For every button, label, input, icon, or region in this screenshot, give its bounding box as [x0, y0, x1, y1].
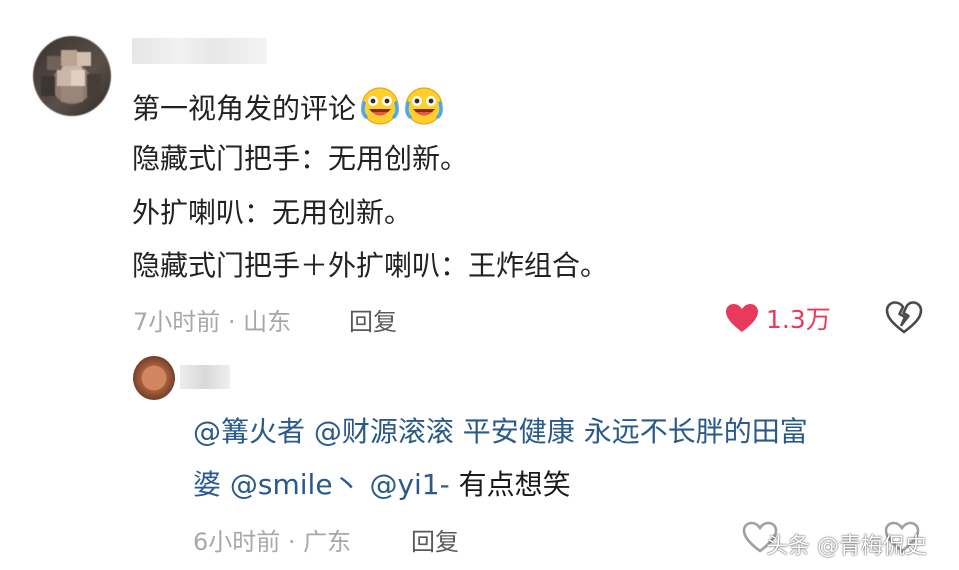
heart-filled-icon	[726, 304, 758, 332]
comment-line-4: 隐藏式门把手＋外扩喇叭：王炸组合。	[132, 249, 609, 282]
comment-line-1: 第一视角发的评论	[132, 86, 444, 127]
comment-reply-button[interactable]: 回复	[349, 302, 397, 337]
commenter-avatar[interactable]	[33, 36, 111, 116]
reply-line-1: @篝火者 @财源滚滚 平安健康 永远不长胖的田富	[193, 412, 808, 452]
watermark: 头条 @青梅侃史	[766, 534, 927, 559]
comment-line-3: 外扩喇叭：无用创新。	[132, 196, 413, 229]
like-button[interactable]: 1.3万	[724, 298, 831, 338]
reply-mentions[interactable]: @篝火者 @财源滚滚 平安健康 永远不长胖的田富	[193, 415, 808, 448]
laugh-cry-emoji-icon	[405, 87, 443, 125]
dislike-broken-heart-icon[interactable]	[884, 298, 924, 336]
reply-avatar[interactable]	[133, 356, 175, 400]
reply-username-redacted[interactable]	[180, 365, 230, 389]
reply-mentions-2[interactable]: 婆 @smile丶 @yi1-	[193, 468, 450, 501]
comment-time-location: 7小时前 · 山东	[133, 308, 292, 336]
like-count: 1.3万	[766, 305, 831, 334]
reply-time-location: 6小时前 · 广东	[193, 528, 352, 556]
reply-reply-button[interactable]: 回复	[411, 522, 459, 557]
commenter-username-redacted[interactable]	[132, 38, 267, 64]
comment-line-2: 隐藏式门把手：无用创新。	[132, 142, 469, 175]
reply-body-text: 有点想笑	[449, 468, 571, 501]
reply-line-2: 婆 @smile丶 @yi1- 有点想笑	[193, 465, 571, 505]
laugh-cry-emoji-icon	[361, 87, 399, 125]
